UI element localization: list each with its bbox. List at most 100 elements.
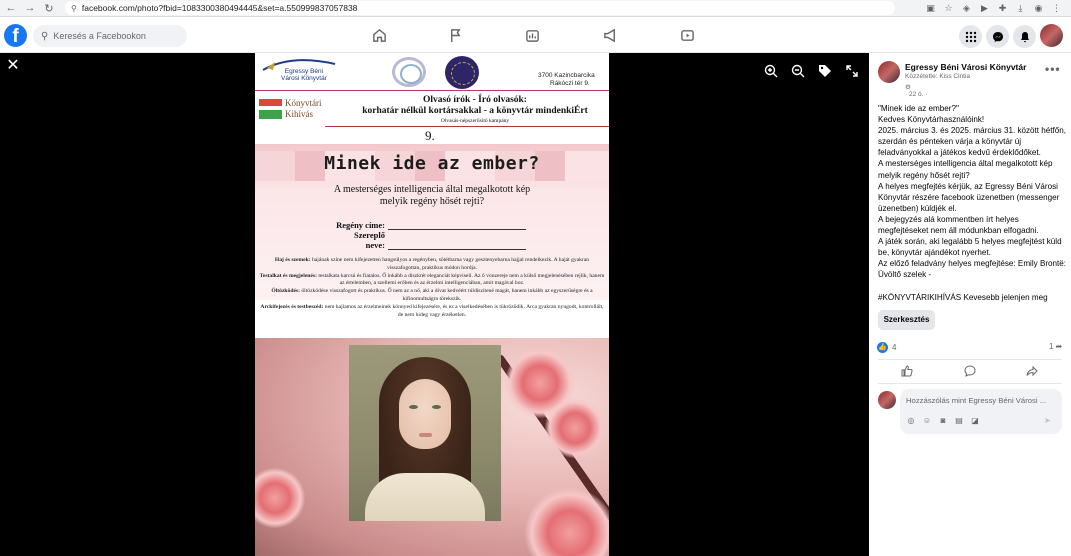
reactions-summary[interactable]: 👍 4 bbox=[877, 342, 896, 353]
desc-text: hajának színe nem kifejezetten hangsúlyo… bbox=[310, 257, 590, 271]
extension-icon[interactable]: ✚ bbox=[997, 3, 1008, 14]
post-panel: Egressy Béni Városi Könyvtár Közzétette:… bbox=[869, 53, 1071, 556]
download-icon[interactable]: ⤓ bbox=[1015, 3, 1026, 14]
gif-icon[interactable]: ▤ bbox=[954, 416, 964, 425]
character-name-line bbox=[388, 242, 526, 250]
search-input[interactable]: ⚲ Keresés a Facebookon bbox=[33, 25, 187, 47]
bell-icon[interactable] bbox=[1013, 25, 1036, 48]
poster-header: Egressy Béni Városi Könyvtár 3700 Kazinc… bbox=[255, 53, 609, 91]
photo-viewer: ✕ Egressy Béni Városi Könyvtár 3700 Kazi… bbox=[0, 53, 869, 556]
apps-grid-icon[interactable] bbox=[959, 25, 982, 48]
library-name-line1: Egressy Béni bbox=[284, 68, 324, 75]
fullscreen-icon[interactable] bbox=[845, 64, 861, 80]
share-count[interactable]: 1 ➦ bbox=[1049, 342, 1062, 351]
library-address: 3700 Kazincbarcika Rákóczi tér 9. bbox=[538, 72, 595, 88]
novel-title-line bbox=[388, 222, 526, 230]
comment-input[interactable]: Hozzászólás mint Egressy Béni Városi ... bbox=[906, 396, 1056, 405]
zoom-out-icon[interactable] bbox=[791, 64, 807, 80]
post-line: A helyes megfejtés kérjük, az Egressy Bé… bbox=[878, 181, 1062, 213]
kihivas-text: Könyvtári Kihívás bbox=[285, 98, 322, 120]
share-icon bbox=[1026, 365, 1038, 377]
published-by[interactable]: Közzétette: Kiss Cintia bbox=[905, 73, 970, 80]
post-line: A játék során, aki legalább 5 helyes meg… bbox=[878, 237, 1064, 258]
library-name: Egressy Béni Városi Könyvtár bbox=[281, 68, 327, 82]
divider bbox=[878, 383, 1062, 384]
blossom-flower bbox=[525, 488, 609, 556]
messenger-icon[interactable] bbox=[986, 25, 1009, 48]
commenter-avatar[interactable] bbox=[878, 391, 896, 409]
answer-fields: Regény címe: Szereplő neve: bbox=[335, 220, 526, 250]
desc-heading: Testalkat és megjelenés: bbox=[259, 272, 317, 279]
sticker-icon[interactable]: ◪ bbox=[970, 416, 980, 425]
tag-icon[interactable] bbox=[818, 64, 834, 80]
browser-actions: ▣ ☆ ◈ ▶ ✚ ⤓ ◉ ⋮ bbox=[925, 3, 1062, 14]
campaign-line1: Olvasó írók - Író olvasók: bbox=[423, 95, 527, 105]
zoom-in-icon[interactable] bbox=[764, 64, 780, 80]
post-line: Az előző feladvány helyes megfejtése: Em… bbox=[878, 259, 1069, 280]
back-icon[interactable]: ← bbox=[3, 0, 19, 16]
blossom-flower bbox=[545, 398, 605, 458]
search-icon: ⚲ bbox=[41, 30, 49, 42]
hashtag-line[interactable]: #KÖNYVTÁRIKIHÍVÁS Kevesebb jelenjen meg bbox=[878, 292, 1068, 303]
desc-paragraph: Haj és szemek: hajának színe nem kifejez… bbox=[259, 257, 605, 273]
share-arrow-icon: ➦ bbox=[1055, 342, 1063, 351]
install-icon[interactable]: ▣ bbox=[925, 3, 936, 14]
post-line: A mesterséges intelligencia által megalk… bbox=[878, 159, 1055, 180]
seal-logo bbox=[445, 56, 479, 89]
blossom-flower bbox=[255, 468, 305, 528]
post-time[interactable]: · 22 ó. · bbox=[905, 91, 927, 98]
comment-box[interactable]: Hozzászólás mint Egressy Béni Városi ...… bbox=[900, 389, 1062, 434]
post-line: Kedves Könyvtárhasználóink! bbox=[878, 115, 985, 125]
close-icon[interactable]: ✕ bbox=[5, 58, 21, 74]
like-reaction-icon: 👍 bbox=[877, 342, 888, 353]
comment-button[interactable] bbox=[964, 364, 980, 380]
desc-paragraph: Öltözködés: öltözködése visszafogott és … bbox=[259, 288, 605, 304]
comment-icon bbox=[964, 365, 976, 377]
desc-text: testalkata karcsú és fiatalos. Ő inkább … bbox=[316, 272, 605, 287]
forward-icon[interactable]: → bbox=[22, 0, 38, 16]
share-button[interactable] bbox=[1026, 364, 1042, 380]
desc-heading: Arckifejezés és testbeszéd: bbox=[260, 303, 324, 310]
character-name-label: Szereplő neve: bbox=[353, 230, 385, 250]
divider bbox=[325, 126, 609, 127]
url-text: facebook.com/photo?fbid=1083300380494445… bbox=[81, 3, 358, 13]
page-name[interactable]: Egressy Béni Városi Könyvtár bbox=[905, 62, 1026, 72]
partner-logo bbox=[392, 57, 426, 87]
kihivas-line1: Könyvtári bbox=[285, 98, 322, 108]
desc-text: öltözködése visszafogott és praktikus. Ő… bbox=[299, 288, 593, 302]
more-options-icon[interactable]: ••• bbox=[1045, 62, 1061, 76]
campaign-line3: Olvasás-népszerűsítő kampány bbox=[440, 118, 510, 124]
post-line: 2025. március 3. és 2025. március 31. kö… bbox=[878, 126, 1069, 158]
emoji-icon[interactable]: ☺ bbox=[922, 416, 932, 425]
avatar-sticker-icon[interactable]: ◎ bbox=[906, 416, 916, 425]
camera-icon[interactable]: ◙ bbox=[938, 416, 948, 425]
menu-icon[interactable]: ⋮ bbox=[1051, 3, 1062, 14]
account-avatar[interactable] bbox=[1040, 24, 1063, 47]
home-icon[interactable] bbox=[370, 26, 388, 44]
megaphone-icon[interactable] bbox=[601, 26, 619, 44]
reload-icon[interactable]: ↻ bbox=[41, 0, 57, 16]
youtube-extension-icon[interactable]: ▶ bbox=[979, 3, 990, 14]
flag-icon[interactable] bbox=[446, 26, 464, 44]
address-bar[interactable]: ⚲ facebook.com/photo?fbid=10833003804944… bbox=[65, 1, 895, 15]
post-text: "Minek ide az ember?" Kedves Könyvtárhas… bbox=[878, 103, 1068, 303]
send-icon[interactable]: ➤ bbox=[1044, 416, 1051, 425]
kihivas-logo: Könyvtári Kihívás bbox=[259, 95, 329, 125]
facebook-logo[interactable]: f bbox=[4, 24, 27, 47]
video-icon[interactable] bbox=[678, 26, 696, 44]
page-avatar[interactable] bbox=[878, 61, 900, 83]
site-info-icon[interactable]: ⚲ bbox=[71, 4, 77, 13]
character-description: Haj és szemek: hajának színe nem kifejez… bbox=[259, 257, 605, 319]
comment-tools: ◎ ☺ ◙ ▤ ◪ bbox=[906, 416, 980, 425]
poster-image: Egressy Béni Városi Könyvtár 3700 Kazinc… bbox=[255, 53, 609, 556]
like-button[interactable] bbox=[901, 364, 917, 380]
edit-button[interactable]: Szerkesztés bbox=[878, 310, 935, 330]
shield-extension-icon[interactable]: ◈ bbox=[961, 3, 972, 14]
thumbs-up-icon bbox=[901, 365, 913, 377]
post-line bbox=[878, 281, 1068, 292]
desc-heading: Haj és szemek: bbox=[274, 257, 311, 263]
post-line: A bejegyzés alá kommentben írt helyes me… bbox=[878, 214, 1039, 236]
profile-icon[interactable]: ◉ bbox=[1033, 3, 1044, 14]
star-icon[interactable]: ☆ bbox=[943, 3, 954, 14]
pages-icon[interactable] bbox=[523, 26, 541, 44]
